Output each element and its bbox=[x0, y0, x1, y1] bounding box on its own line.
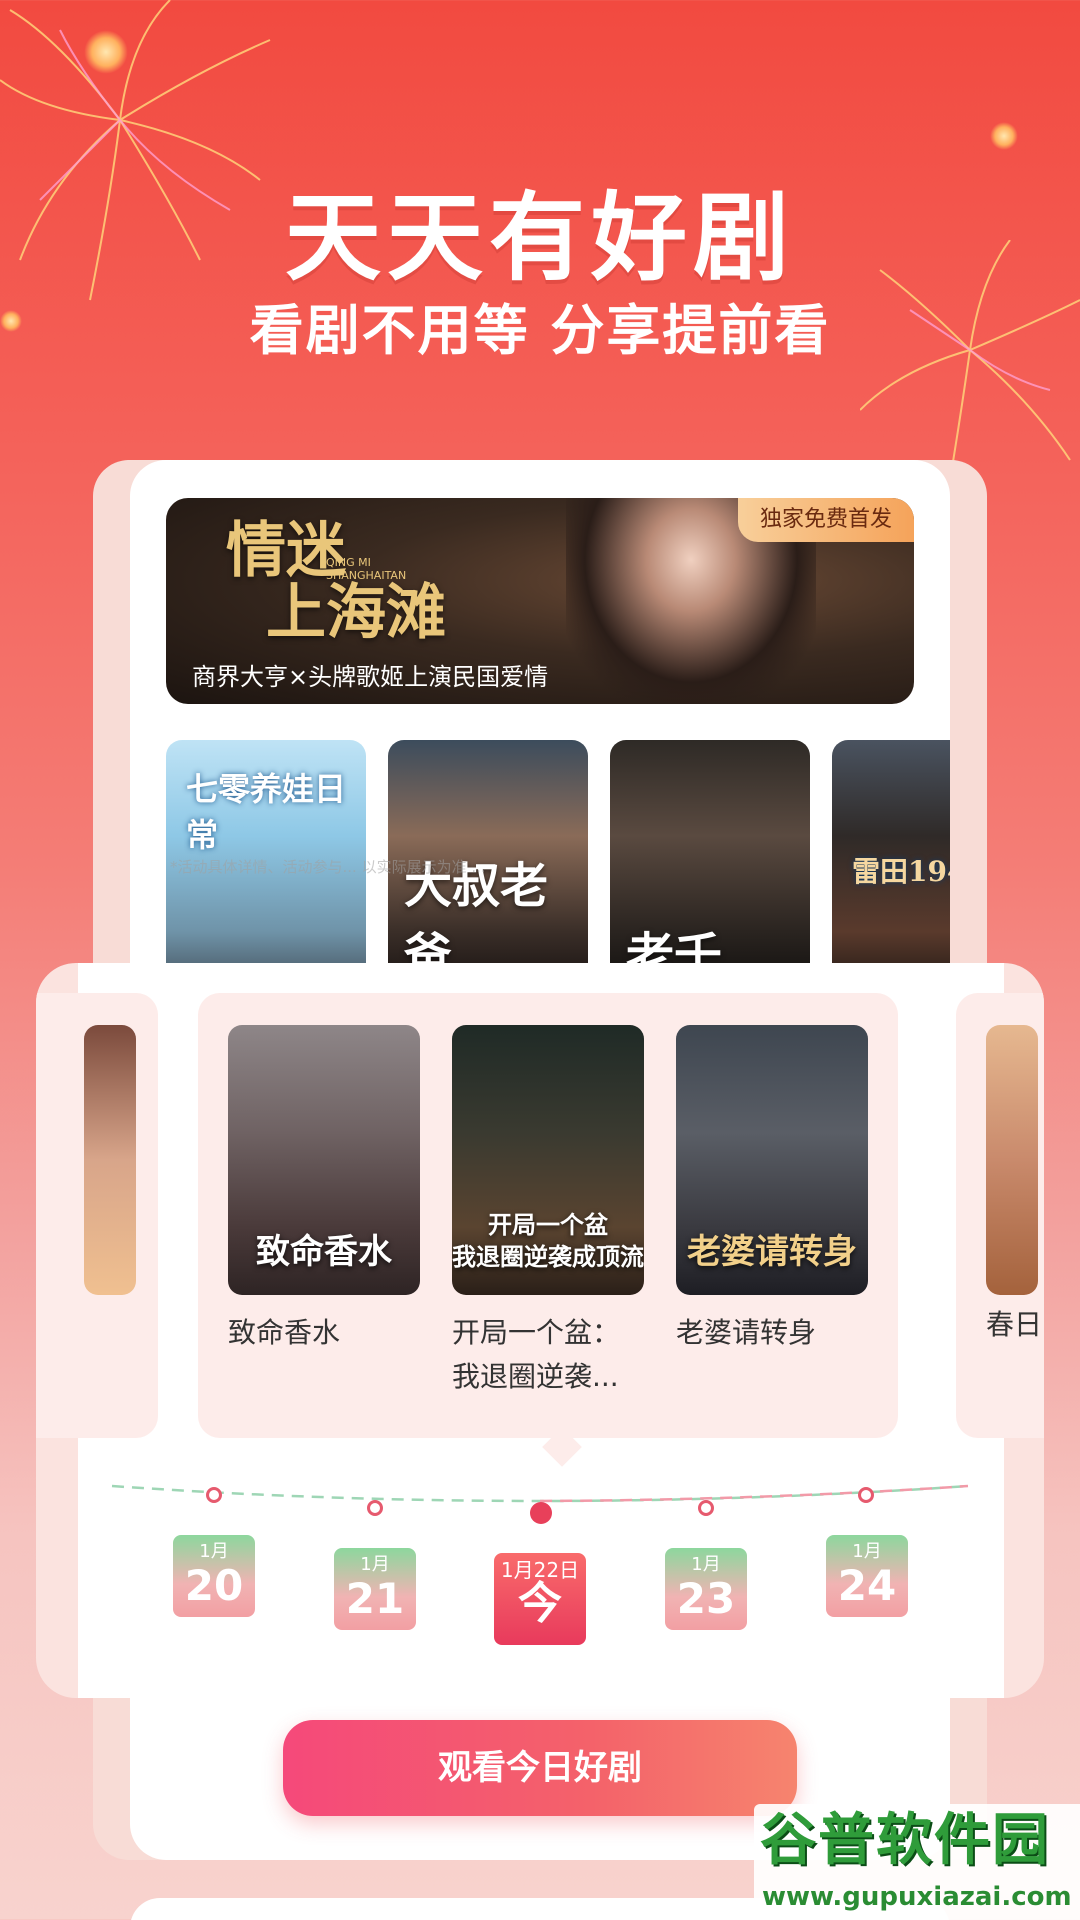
date-tile[interactable]: 1月 24 bbox=[826, 1535, 908, 1617]
date-month: 1月 bbox=[360, 1554, 390, 1575]
poster-title-art: 雷田1944 bbox=[852, 855, 950, 888]
date-tile-today[interactable]: 1月22日 今 bbox=[494, 1553, 586, 1645]
poster-card[interactable]: 雷田1944 bbox=[832, 740, 950, 970]
drama-name: 开局一个盆： 我退圈逆袭... bbox=[452, 1316, 621, 1393]
banner-title-art: 情迷 上海滩 bbox=[226, 520, 446, 644]
page-subheadline: 看剧不用等 分享提前看 bbox=[249, 299, 831, 362]
sparkle-decoration bbox=[990, 122, 1018, 150]
banner-title-line2: 上海滩 bbox=[266, 578, 446, 648]
drama-name: 老婆请转身 bbox=[676, 1316, 817, 1349]
timeline-dot bbox=[367, 1500, 383, 1516]
watermark-url: www.gupuxiazai.com bbox=[762, 1882, 1072, 1912]
timeline-dot bbox=[858, 1487, 874, 1503]
page-headline: 天天有好剧 bbox=[285, 182, 795, 294]
date-month: 1月 bbox=[199, 1541, 229, 1562]
date-day: 20 bbox=[184, 1561, 244, 1610]
disclaimer-text: *活动具体详情、活动参与... 以实际展示为准 ... bbox=[170, 858, 486, 876]
banner-pinyin-line1: QING MI bbox=[326, 556, 371, 569]
sparkle-decoration bbox=[84, 30, 128, 74]
banner-pinyin: QING MI SHANGHAITAN bbox=[326, 556, 406, 582]
poster-card[interactable]: 大叔老爸 bbox=[388, 740, 588, 970]
date-day: 今 bbox=[518, 1578, 562, 1629]
timeline-dot bbox=[698, 1500, 714, 1516]
exclusive-badge: 独家免费首发 bbox=[737, 498, 914, 542]
date-month: 1月 bbox=[852, 1541, 882, 1562]
date-day: 24 bbox=[837, 1561, 897, 1610]
drama-thumbnail: 致命香水 bbox=[228, 1025, 420, 1295]
date-tile[interactable]: 1月 20 bbox=[173, 1535, 255, 1617]
watch-today-button[interactable]: 观看今日好剧 bbox=[283, 1720, 797, 1816]
date-tile[interactable]: 1月 21 bbox=[334, 1548, 416, 1630]
drama-title-art: 老婆请转身 bbox=[687, 1232, 857, 1272]
drama-title-art: 致命香水 bbox=[256, 1232, 392, 1272]
featured-banner[interactable]: 情迷 上海滩 QING MI SHANGHAITAN 独家免费首发 商界大亨×头… bbox=[166, 498, 914, 704]
date-month: 1月22日 bbox=[500, 1558, 580, 1582]
poster-card[interactable]: 老千 bbox=[610, 740, 810, 970]
poster-title-art: 七零养娃日常 bbox=[186, 770, 347, 854]
drama-name: 致命香水 bbox=[228, 1316, 341, 1349]
drama-item[interactable]: 致命香水 致命香水 bbox=[228, 1025, 420, 1355]
drama-name: 春日 bbox=[986, 1308, 1043, 1341]
drama-thumbnail bbox=[986, 1025, 1038, 1295]
poster-card[interactable]: 七零养娃日常 bbox=[166, 740, 366, 970]
top-posters-row: 七零养娃日常 大叔老爸 老千 雷田1944 bbox=[166, 740, 950, 970]
drama-thumbnail bbox=[84, 1025, 136, 1295]
poster-title-art: 老千 bbox=[626, 928, 723, 970]
date-day: 21 bbox=[345, 1574, 405, 1623]
site-watermark: 谷普软件园 www.gupuxiazai.com bbox=[754, 1804, 1080, 1920]
timeline-dot-active bbox=[530, 1502, 552, 1524]
drama-title-art: 开局一个盆 我退圈逆袭成顶流 bbox=[452, 1210, 644, 1271]
drama-thumbnail: 开局一个盆 我退圈逆袭成顶流 bbox=[452, 1025, 644, 1295]
drama-card-previous[interactable] bbox=[36, 993, 158, 1438]
date-day: 23 bbox=[676, 1574, 736, 1623]
timeline-dot bbox=[206, 1487, 222, 1503]
drama-thumbnail: 老婆请转身 bbox=[676, 1025, 868, 1295]
drama-item[interactable]: 老婆请转身 老婆请转身 bbox=[676, 1025, 868, 1355]
drama-card-current: 致命香水 致命香水 开局一个盆 我退圈逆袭成顶流 开局一个盆： 我退圈逆袭...… bbox=[198, 993, 898, 1438]
banner-pinyin-line2: SHANGHAITAN bbox=[326, 569, 407, 582]
banner-caption: 商界大亨×头牌歌姬上演民国爱情 bbox=[192, 663, 549, 691]
date-tile[interactable]: 1月 23 bbox=[665, 1548, 747, 1630]
drama-card-next[interactable]: 春日 bbox=[956, 993, 1044, 1438]
drama-item[interactable]: 开局一个盆 我退圈逆袭成顶流 开局一个盆： 我退圈逆袭... bbox=[452, 1025, 644, 1399]
watermark-logo: 谷普软件园 bbox=[760, 1808, 1050, 1873]
date-month: 1月 bbox=[691, 1554, 721, 1575]
